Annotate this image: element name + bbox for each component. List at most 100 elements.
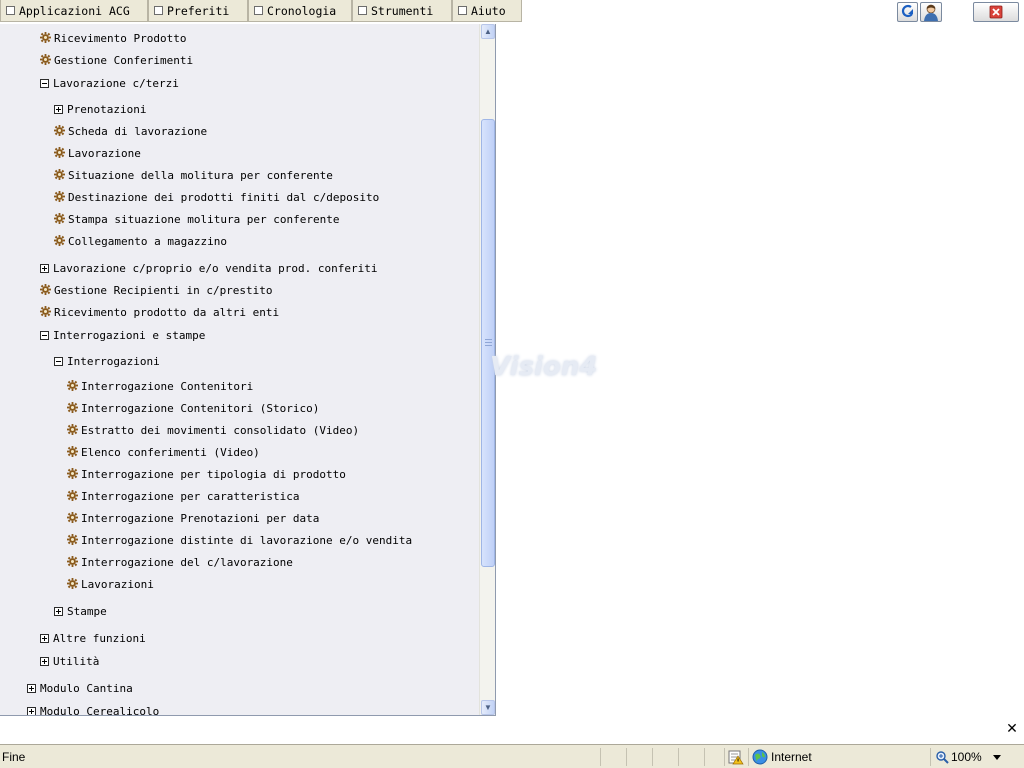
- menu-checkbox-icon: [6, 6, 15, 15]
- tree-item-label: Ricevimento prodotto da altri enti: [54, 306, 280, 319]
- tree-item[interactable]: Lavorazione: [54, 145, 141, 163]
- expand-icon[interactable]: [40, 264, 49, 273]
- collapse-icon[interactable]: [40, 331, 49, 340]
- tree-item[interactable]: Interrogazioni: [54, 353, 160, 371]
- gear-icon: [54, 146, 65, 158]
- status-divider: [704, 748, 705, 766]
- tree-item[interactable]: Collegamento a magazzino: [54, 233, 227, 251]
- tree-item[interactable]: Interrogazione per caratteristica: [67, 488, 300, 506]
- bottom-panel-strip: ✕: [0, 716, 1024, 744]
- gear-icon: [54, 190, 65, 202]
- gear-icon: [67, 423, 78, 435]
- scrollbar-thumb[interactable]: [481, 119, 495, 567]
- scroll-down-arrow-icon[interactable]: ▼: [481, 700, 495, 715]
- tree-item[interactable]: Modulo Cerealicolo: [27, 703, 159, 715]
- menu-label: Strumenti: [371, 4, 434, 18]
- status-divider: [930, 748, 931, 766]
- tree-item[interactable]: Prenotazioni: [54, 101, 146, 119]
- gear-icon: [40, 305, 51, 317]
- gear-icon: [67, 489, 78, 501]
- zoom-level[interactable]: 100%: [951, 748, 982, 766]
- menu-cronologia[interactable]: Cronologia: [248, 0, 352, 22]
- gear-icon: [67, 379, 78, 391]
- security-zone-text: Internet: [771, 750, 812, 764]
- tree-item-label: Altre funzioni: [53, 632, 146, 645]
- tree-item[interactable]: Interrogazione Prenotazioni per data: [67, 510, 319, 528]
- back-button[interactable]: [897, 2, 918, 22]
- thumb-grip: [485, 339, 492, 340]
- security-warning-icon[interactable]: [728, 749, 744, 765]
- tree-item[interactable]: Elenco conferimenti (Video): [67, 444, 260, 462]
- expand-icon[interactable]: [27, 707, 36, 715]
- thumb-grip: [485, 342, 492, 343]
- collapse-icon[interactable]: [54, 357, 63, 366]
- menu-preferiti[interactable]: Preferiti: [148, 0, 248, 22]
- gear-icon: [67, 555, 78, 567]
- expand-icon[interactable]: [40, 634, 49, 643]
- status-divider: [748, 748, 749, 766]
- tree-item-label: Lavorazione: [68, 147, 141, 160]
- user-button[interactable]: [920, 2, 942, 22]
- back-arrow-icon: [901, 4, 913, 18]
- tree-item[interactable]: Gestione Conferimenti: [40, 52, 193, 70]
- tree-item-label: Utilità: [53, 655, 100, 668]
- vision4-watermark: Vision4: [490, 352, 598, 382]
- gear-icon: [67, 511, 78, 523]
- tree-item[interactable]: Scheda di lavorazione: [54, 123, 207, 141]
- zoom-magnifier-icon[interactable]: [935, 750, 949, 764]
- tree-item-label: Elenco conferimenti (Video): [81, 446, 260, 459]
- tree-item[interactable]: Situazione della molitura per conferente: [54, 167, 333, 185]
- menu-aiuto[interactable]: Aiuto: [452, 0, 522, 22]
- gear-icon: [40, 53, 51, 65]
- tree-item[interactable]: Destinazione dei prodotti finiti dal c/d…: [54, 189, 379, 207]
- tree-item[interactable]: Altre funzioni: [40, 630, 146, 648]
- menu-applicazioni-acg[interactable]: Applicazioni ACG: [0, 0, 148, 22]
- tree-item-label: Lavorazione c/terzi: [53, 77, 179, 90]
- tree-item-label: Situazione della molitura per conferente: [68, 169, 333, 182]
- gear-icon: [67, 577, 78, 589]
- expand-icon[interactable]: [54, 607, 63, 616]
- gear-icon: [67, 401, 78, 413]
- close-icon[interactable]: ✕: [1006, 722, 1018, 736]
- gear-icon: [54, 124, 65, 136]
- tree-item-label: Prenotazioni: [67, 103, 147, 116]
- menu-checkbox-icon: [358, 6, 367, 15]
- scroll-up-arrow-icon[interactable]: ▲: [481, 24, 495, 39]
- tree-item[interactable]: Stampe: [54, 603, 107, 621]
- menu-label: Preferiti: [167, 4, 230, 18]
- menu-label: Cronologia: [267, 4, 337, 18]
- tree-item[interactable]: Interrogazioni e stampe: [40, 327, 205, 345]
- tree-item[interactable]: Interrogazione Contenitori: [67, 378, 253, 396]
- tree-item[interactable]: Lavorazioni: [67, 576, 154, 594]
- tree-item[interactable]: Utilità: [40, 653, 99, 671]
- tree-item[interactable]: Interrogazione Contenitori (Storico): [67, 400, 319, 418]
- menu-strumenti[interactable]: Strumenti: [352, 0, 452, 22]
- tree-item[interactable]: Estratto dei movimenti consolidato (Vide…: [67, 422, 359, 440]
- tree-item[interactable]: Interrogazione del c/lavorazione: [67, 554, 293, 572]
- tree-item[interactable]: Interrogazione per tipologia di prodotto: [67, 466, 346, 484]
- tree-item[interactable]: Stampa situazione molitura per conferent…: [54, 211, 340, 229]
- collapse-icon[interactable]: [40, 79, 49, 88]
- expand-icon[interactable]: [54, 105, 63, 114]
- chevron-down-icon[interactable]: [993, 755, 1001, 760]
- tree-item-label: Interrogazione Contenitori: [81, 380, 254, 393]
- gear-icon: [67, 467, 78, 479]
- tree-item[interactable]: Lavorazione c/terzi: [40, 75, 179, 93]
- tree-item[interactable]: Gestione Recipienti in c/prestito: [40, 282, 273, 300]
- tree-item-label: Interrogazioni: [67, 355, 160, 368]
- tree-item-label: Lavorazioni: [81, 578, 154, 591]
- expand-icon[interactable]: [40, 657, 49, 666]
- close-window-button[interactable]: [973, 2, 1019, 22]
- gear-icon: [54, 234, 65, 246]
- tree-item[interactable]: Ricevimento prodotto da altri enti: [40, 304, 279, 322]
- tree-item[interactable]: Modulo Cantina: [27, 680, 133, 698]
- expand-icon[interactable]: [27, 684, 36, 693]
- tree-item[interactable]: Lavorazione c/proprio e/o vendita prod. …: [40, 260, 378, 278]
- gear-icon: [54, 212, 65, 224]
- menu-checkbox-icon: [254, 6, 263, 15]
- status-divider: [626, 748, 627, 766]
- tree-item[interactable]: Interrogazione distinte di lavorazione e…: [67, 532, 412, 550]
- top-menu-bar: Applicazioni ACG Preferiti Cronologia St…: [0, 0, 1024, 24]
- tree-item[interactable]: Ricevimento Prodotto: [40, 30, 186, 48]
- tree-item-label: Stampe: [67, 605, 107, 618]
